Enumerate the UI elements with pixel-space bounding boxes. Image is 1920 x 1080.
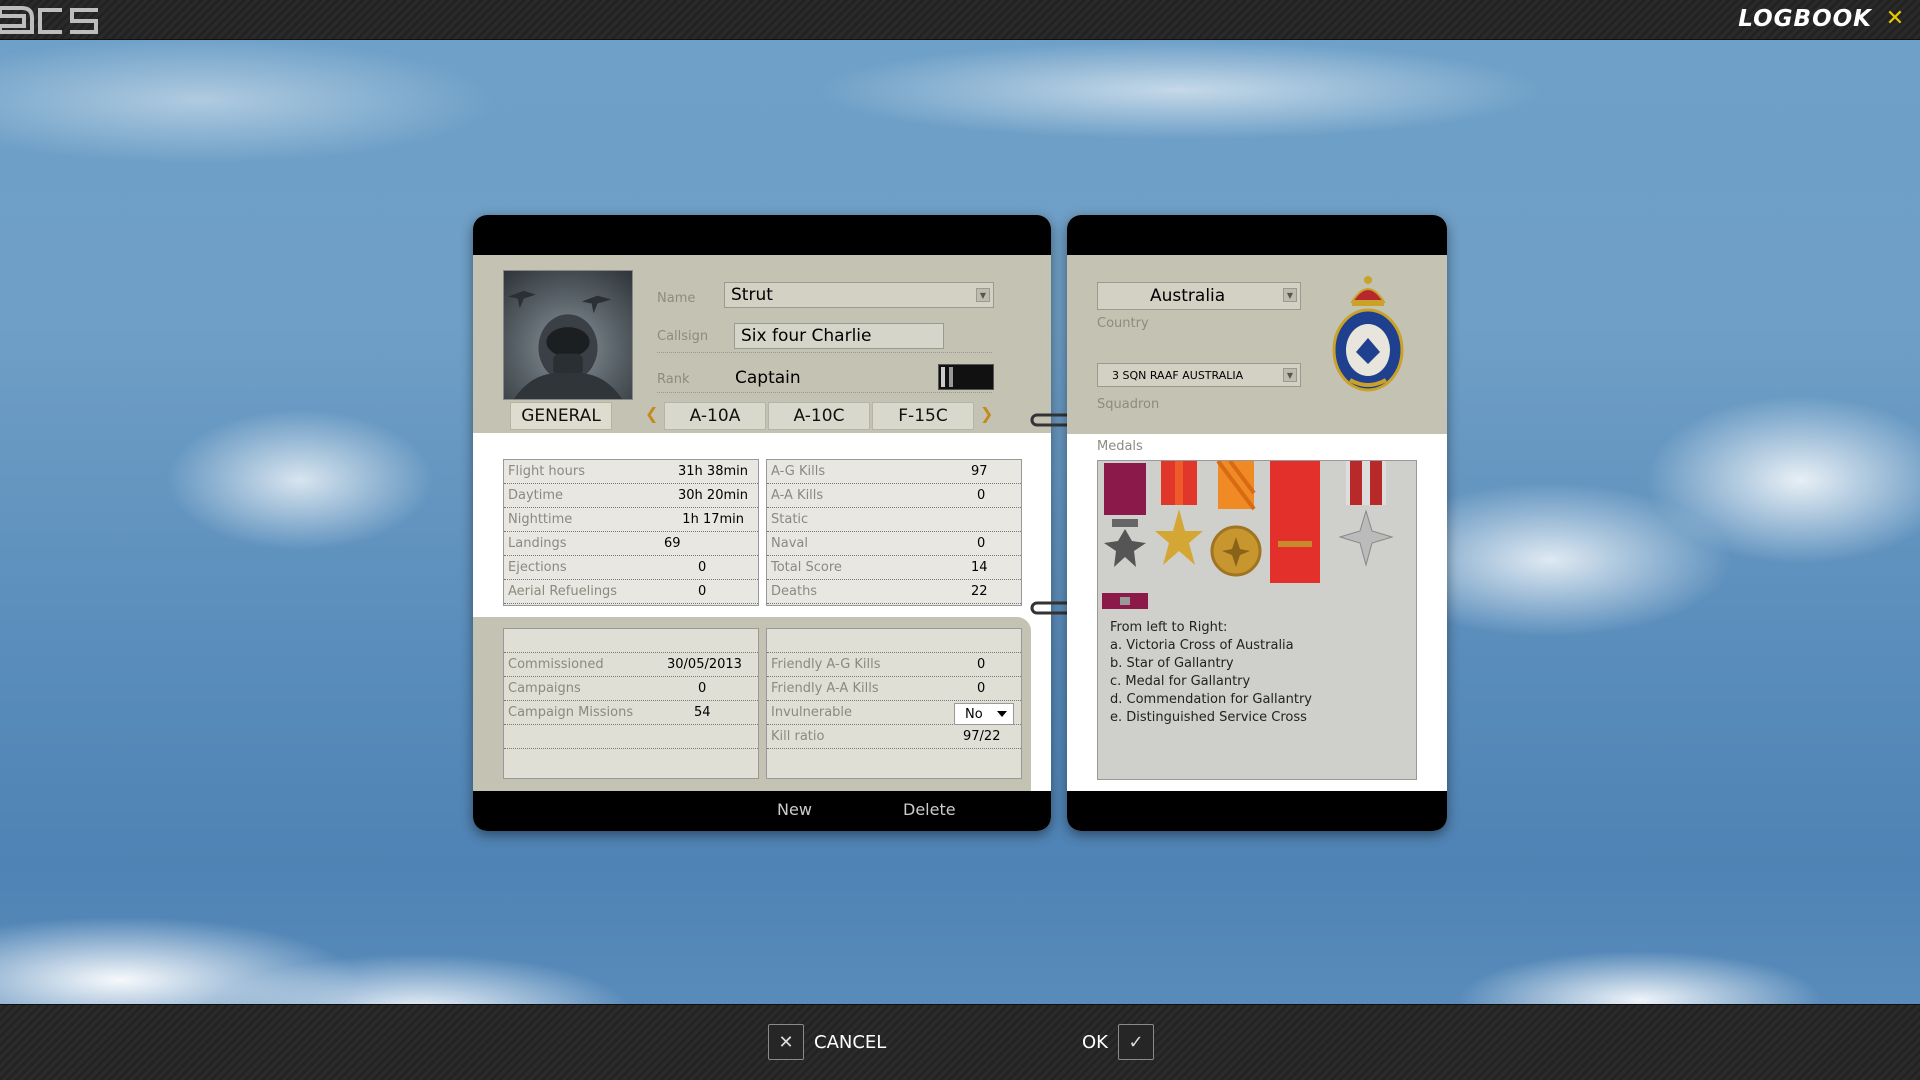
tab-general[interactable]: GENERAL <box>510 402 612 430</box>
chevron-down-icon[interactable]: ▼ <box>976 288 990 302</box>
delete-button[interactable]: Delete <box>903 800 956 819</box>
cancel-label: CANCEL <box>814 1031 887 1053</box>
table-row: A-G Kills 97 <box>767 460 1021 484</box>
table-row: Landings 69 <box>504 532 758 556</box>
chevron-down-icon[interactable]: ▼ <box>1283 368 1297 382</box>
name-value: Strut <box>731 285 773 305</box>
chevron-right-icon[interactable]: ❯ <box>980 404 993 423</box>
distinguished-service-cross-medal-icon <box>1338 461 1394 567</box>
chevron-left-icon[interactable]: ❮ <box>645 404 658 423</box>
squadron-value: 3 SQN RAAF AUSTRALIA <box>1112 368 1244 382</box>
medals-description-line: a. Victoria Cross of Australia <box>1110 638 1294 653</box>
star-of-gallantry-medal-icon <box>1155 461 1203 565</box>
table-row: Friendly A-G Kills 0 <box>767 653 1021 677</box>
table-row: A-A Kills 0 <box>767 484 1021 508</box>
invulnerable-value: No <box>965 706 983 722</box>
window-title: LOGBOOK <box>1738 6 1872 32</box>
callsign-label: Callsign <box>657 329 709 344</box>
chevron-down-icon[interactable]: ▼ <box>1283 288 1297 302</box>
squadron-crest-icon <box>1332 276 1404 392</box>
close-icon: ✕ <box>768 1024 804 1060</box>
medals-description-line: e. Distinguished Service Cross <box>1110 710 1307 725</box>
chevron-down-icon <box>997 711 1007 717</box>
tab-a-10c[interactable]: A-10C <box>768 402 870 430</box>
rank-insignia-icon <box>938 364 994 390</box>
table-row: Kill ratio 97/22 <box>767 725 1021 749</box>
name-label: Name <box>657 291 696 306</box>
bottom-bar <box>0 1004 1920 1080</box>
close-icon[interactable]: ✕ <box>1884 8 1906 30</box>
checkmark-icon: ✓ <box>1117 1024 1154 1060</box>
table-row: Daytime 30h 20min <box>504 484 758 508</box>
table-row: Campaign Missions 54 <box>504 701 758 725</box>
cancel-button[interactable]: ✕ CANCEL <box>768 1024 886 1060</box>
squadron-select[interactable]: 3 SQN RAAF AUSTRALIA ▼ <box>1097 363 1301 387</box>
tab-f-15c[interactable]: F-15C <box>872 402 974 430</box>
pilot-portrait[interactable] <box>503 270 633 400</box>
commendation-for-gallantry-icon <box>1270 461 1320 583</box>
victoria-cross-medal-icon <box>1102 463 1148 609</box>
rank-value: Captain <box>735 368 801 388</box>
flight-stats-table: Flight hours 31h 38min Daytime 30h 20min N… <box>503 459 759 606</box>
table-row: Nighttime 1h 17min <box>504 508 758 532</box>
medals-label: Medals <box>1097 439 1143 454</box>
table-row: Flight hours 31h 38min <box>504 460 758 484</box>
medals-description-line: b. Star of Gallantry <box>1110 656 1234 671</box>
table-row: Friendly A-A Kills 0 <box>767 677 1021 701</box>
medals-description-line: d. Commendation for Gallantry <box>1110 692 1312 707</box>
country-value: Australia <box>1150 286 1226 306</box>
callsign-value: Six four Charlie <box>741 326 872 346</box>
name-select[interactable]: Strut ▼ <box>724 282 994 308</box>
country-select[interactable]: Australia ▼ <box>1097 282 1301 310</box>
table-row: Static <box>767 508 1021 532</box>
invulnerable-select[interactable]: No <box>954 703 1014 725</box>
medals-description-line: c. Medal for Gallantry <box>1110 674 1251 689</box>
ok-button[interactable]: OK ✓ <box>1082 1024 1154 1060</box>
dcs-logo <box>0 6 98 34</box>
new-button[interactable]: New <box>777 800 812 819</box>
medals-description-line: From left to Right: <box>1110 620 1228 635</box>
table-row: Ejections 0 <box>504 556 758 580</box>
table-row: Deaths 22 <box>767 580 1021 604</box>
career-stats-table: Commissioned 30/05/2013 Campaigns 0 Campai… <box>503 628 759 779</box>
country-label: Country <box>1097 316 1149 331</box>
callsign-input[interactable]: Six four Charlie <box>734 323 944 349</box>
combat-stats-table: A-G Kills 97 A-A Kills 0 Static Naval 0 Tot… <box>766 459 1022 606</box>
table-row: Naval 0 <box>767 532 1021 556</box>
table-row: Campaigns 0 <box>504 677 758 701</box>
rank-label: Rank <box>657 372 690 387</box>
tab-a-10a[interactable]: A-10A <box>664 402 766 430</box>
squadron-label: Squadron <box>1097 397 1160 412</box>
table-row: Total Score 14 <box>767 556 1021 580</box>
top-bar: LOGBOOK ✕ <box>0 0 1920 40</box>
medal-for-gallantry-icon <box>1210 461 1262 577</box>
table-row: Aerial Refuelings 0 <box>504 580 758 604</box>
table-row: Commissioned 30/05/2013 <box>504 653 758 677</box>
ok-label: OK <box>1082 1031 1108 1053</box>
